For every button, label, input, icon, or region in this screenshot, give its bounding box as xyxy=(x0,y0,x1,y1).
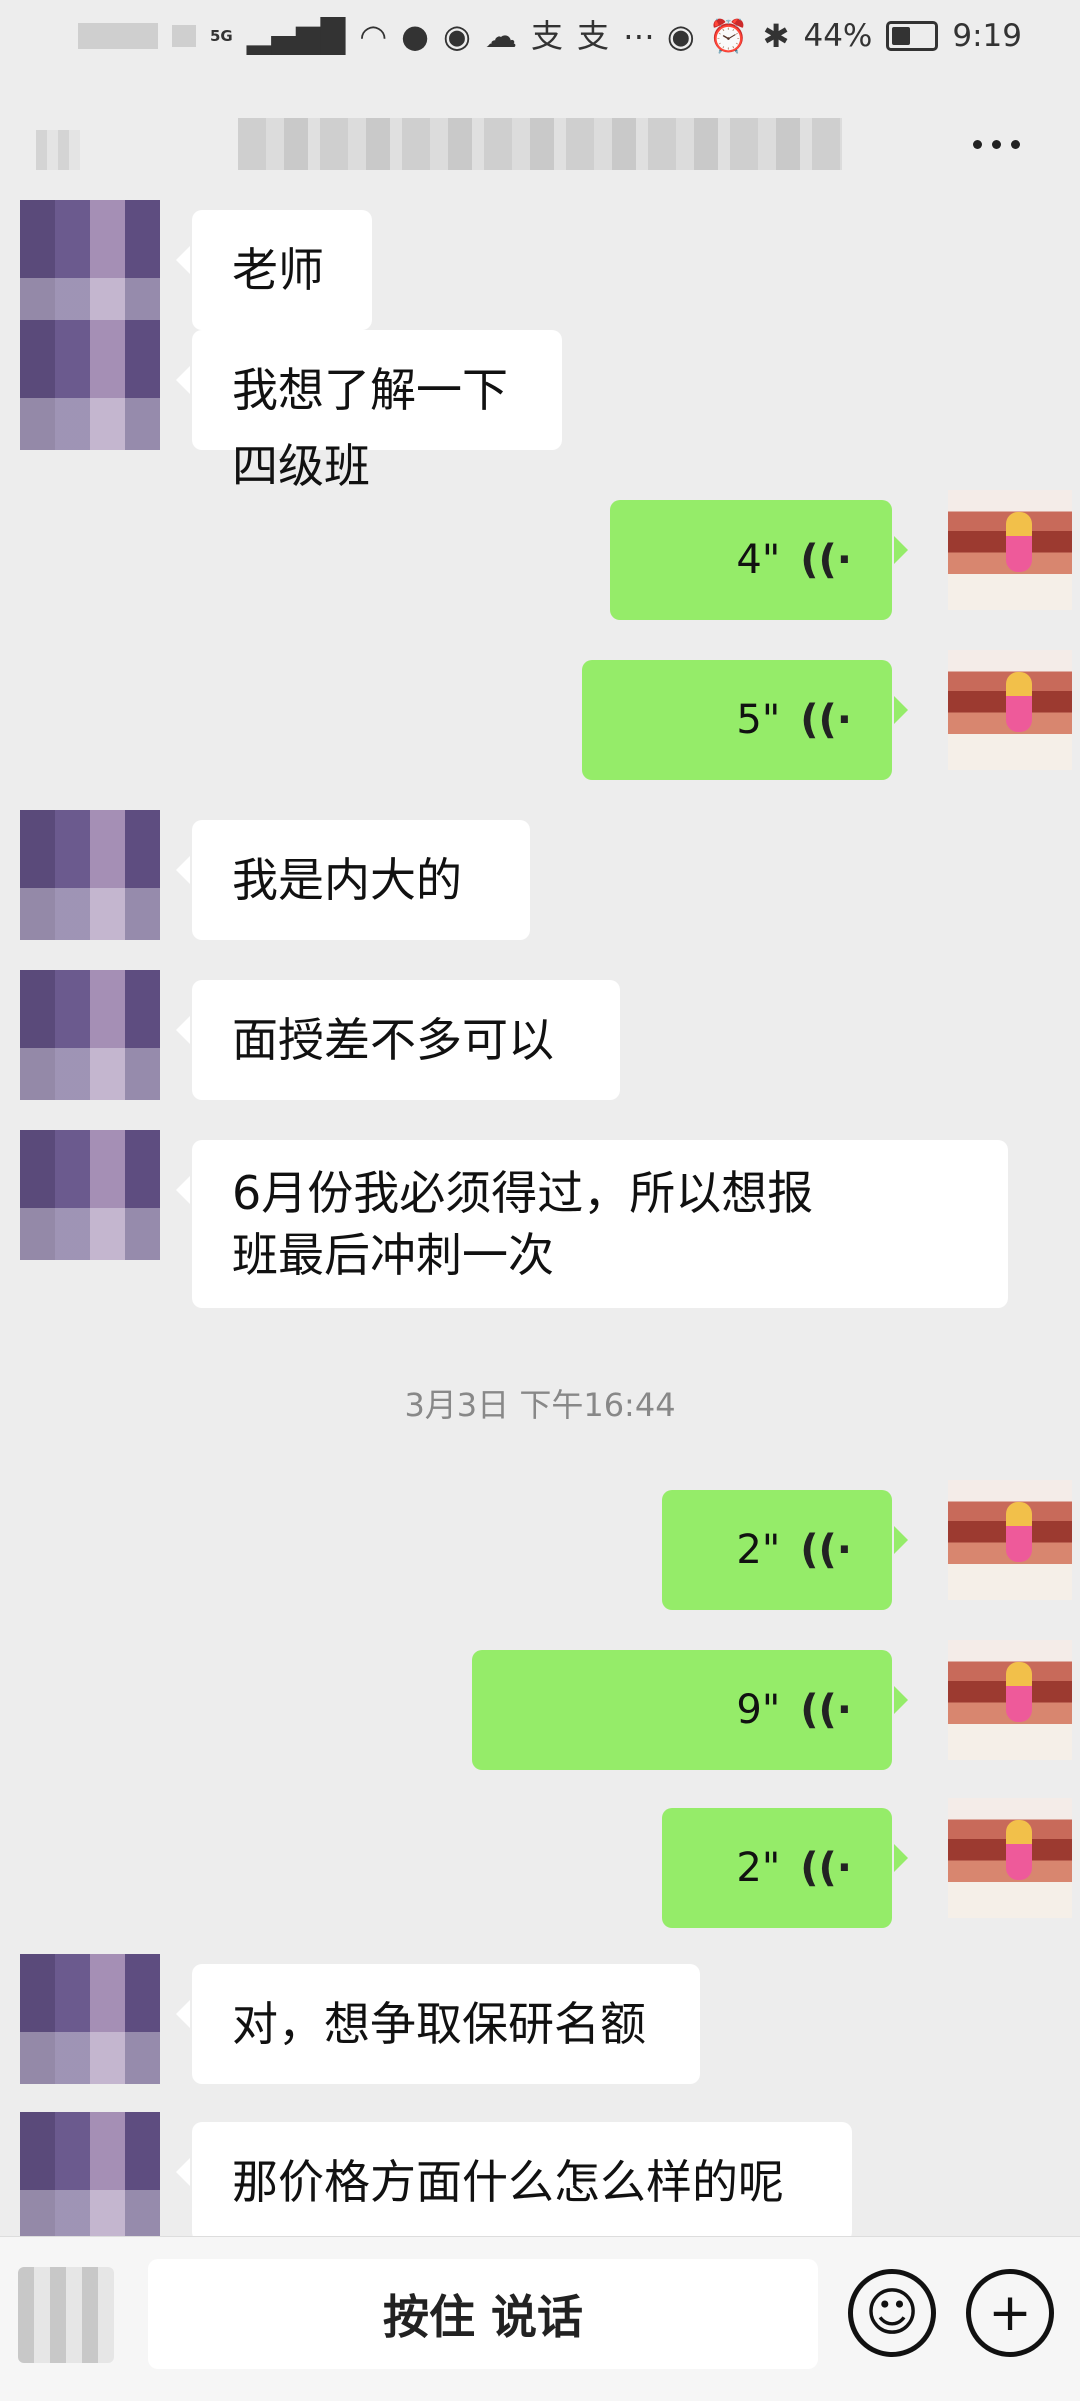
network-label: 5G xyxy=(210,27,233,45)
message-text-line: 那价格方面什么怎么样的呢 xyxy=(232,2155,784,2209)
voice-duration: 9" xyxy=(736,1687,781,1733)
chat-header xyxy=(0,90,1080,200)
clock: 9:19 xyxy=(952,18,1022,54)
my-avatar[interactable] xyxy=(948,1798,1072,1918)
alipay-icon-2: 支 xyxy=(576,17,609,55)
contact-avatar[interactable] xyxy=(20,200,160,330)
back-button[interactable] xyxy=(36,130,80,170)
text-message-bubble[interactable]: 我想了解一下四级班 xyxy=(176,330,562,493)
message-text-line: 老师 xyxy=(232,243,324,297)
battery-percent: 44% xyxy=(803,18,873,54)
eye-icon: ◉ xyxy=(666,17,695,55)
blurred-carrier xyxy=(78,23,158,49)
incoming-message: 老师 xyxy=(0,200,1080,340)
voice-duration: 2" xyxy=(736,1527,781,1573)
voice-wave-icon: ((· xyxy=(800,697,852,743)
more-notifications-icon: ⋯ xyxy=(622,17,655,55)
contact-avatar[interactable] xyxy=(20,320,160,450)
incoming-message: 6月份我必须得过，所以想报 班最后冲刺一次 xyxy=(0,1130,1080,1318)
more-icon[interactable] xyxy=(956,124,1036,164)
voice-wave-icon: ((· xyxy=(800,1845,852,1891)
incoming-message: 我是内大的 xyxy=(0,810,1080,950)
contact-avatar[interactable] xyxy=(20,970,160,1100)
incoming-message: 对，想争取保研名额 xyxy=(0,1954,1080,2094)
voice-message-bubble[interactable]: 5" ((· xyxy=(582,660,908,780)
browser-icon: ◉ xyxy=(443,17,471,55)
incoming-message: 面授差不多可以 xyxy=(0,970,1080,1110)
text-message-bubble[interactable]: 面授差不多可以 xyxy=(176,980,620,1100)
voice-duration: 5" xyxy=(736,697,781,743)
status-left-icons: 5G ▂▄▆█ ◠ ● ◉ ☁ 支 支 ⋯ xyxy=(78,14,655,58)
notification-icon xyxy=(172,25,196,47)
qq-icon: ● xyxy=(401,17,430,55)
outgoing-message: 9" ((· xyxy=(0,1640,1080,1780)
chat-title-blurred xyxy=(238,118,842,170)
voice-wave-icon: ((· xyxy=(800,1687,852,1733)
voice-message-bubble[interactable]: 2" ((· xyxy=(662,1808,908,1928)
message-text-line: 面授差不多可以 xyxy=(232,1013,554,1067)
text-message-bubble[interactable]: 那价格方面什么怎么样的呢 xyxy=(176,2122,852,2236)
text-message-bubble[interactable]: 对，想争取保研名额 xyxy=(176,1964,700,2084)
message-text-line: 对，想争取保研名额 xyxy=(232,1997,646,2051)
emoji-icon[interactable]: ☺ xyxy=(848,2269,936,2357)
voice-message-bubble[interactable]: 2" ((· xyxy=(662,1490,908,1610)
text-message-bubble[interactable]: 6月份我必须得过，所以想报 班最后冲刺一次 xyxy=(176,1140,1008,1308)
my-avatar[interactable] xyxy=(948,490,1072,610)
wechat-icon: ☁ xyxy=(484,17,517,55)
outgoing-message: 4" ((· xyxy=(0,490,1080,630)
voice-wave-icon: ((· xyxy=(800,1527,852,1573)
alipay-icon: 支 xyxy=(530,17,563,55)
incoming-message: 那价格方面什么怎么样的呢 xyxy=(0,2112,1080,2236)
battery-icon xyxy=(886,21,939,51)
text-message-bubble[interactable]: 老师 xyxy=(176,210,372,330)
wifi-icon: ◠ xyxy=(359,17,388,55)
message-list[interactable]: 老师我想了解一下四级班 4" ((· 5" ((· 我是内大的面授差不多可以 6月份我必须得… xyxy=(0,200,1080,2236)
outgoing-message: 5" ((· xyxy=(0,650,1080,790)
voice-message-bubble[interactable]: 4" ((· xyxy=(610,500,908,620)
input-bar: 按住 说话 ☺ + xyxy=(0,2236,1080,2401)
voice-wave-icon: ((· xyxy=(800,537,852,583)
bluetooth-icon: ✱ xyxy=(762,17,790,55)
text-message-bubble[interactable]: 我是内大的 xyxy=(176,820,530,940)
battery-fill xyxy=(892,27,910,45)
outgoing-message: 2" ((· xyxy=(0,1798,1080,1938)
my-avatar[interactable] xyxy=(948,650,1072,770)
contact-avatar[interactable] xyxy=(20,1130,160,1260)
keyboard-toggle-icon[interactable] xyxy=(18,2267,114,2363)
voice-duration: 2" xyxy=(736,1845,781,1891)
contact-avatar[interactable] xyxy=(20,2112,160,2236)
alarm-icon: ⏰ xyxy=(708,17,749,55)
status-bar: 5G ▂▄▆█ ◠ ● ◉ ☁ 支 支 ⋯ ◉ ⏰ ✱ 44% 9:19 xyxy=(0,0,1080,72)
message-text-line: 6月份我必须得过，所以想报 xyxy=(232,1166,814,1220)
outgoing-message: 2" ((· xyxy=(0,1480,1080,1620)
contact-avatar[interactable] xyxy=(20,1954,160,2084)
voice-duration: 4" xyxy=(736,537,781,583)
my-avatar[interactable] xyxy=(948,1480,1072,1600)
my-avatar[interactable] xyxy=(948,1640,1072,1760)
contact-avatar[interactable] xyxy=(20,810,160,940)
message-text-line: 我是内大的 xyxy=(232,853,462,907)
hold-to-talk-button[interactable]: 按住 说话 xyxy=(148,2259,818,2369)
timestamp: 3月3日 下午16:44 xyxy=(404,1386,676,1424)
plus-icon[interactable]: + xyxy=(966,2269,1054,2357)
voice-message-bubble[interactable]: 9" ((· xyxy=(472,1650,908,1770)
message-text-line: 我想了解一下四级班 xyxy=(232,363,508,493)
incoming-message: 我想了解一下四级班 xyxy=(0,320,1080,493)
signal-icon: ▂▄▆█ xyxy=(246,17,346,55)
message-text-line: 班最后冲刺一次 xyxy=(232,1228,554,1282)
status-right-icons: ◉ ⏰ ✱ 44% 9:19 xyxy=(667,10,1022,62)
